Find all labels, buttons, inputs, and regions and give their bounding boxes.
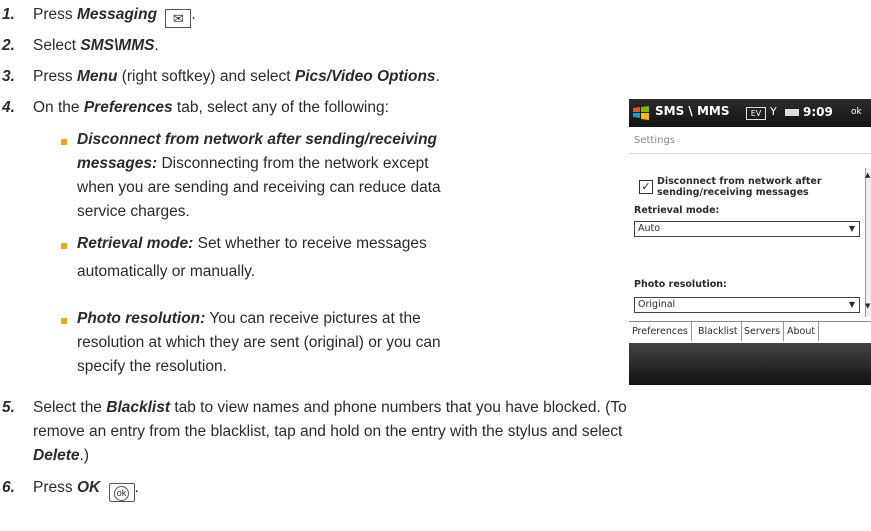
disconnect-checkbox-label: Disconnect from network after sending/re…: [657, 176, 822, 198]
app-title: SMS \ MMS: [655, 104, 730, 118]
step-text: Press OK ok.: [33, 479, 139, 502]
tab-servers[interactable]: Servers: [741, 322, 785, 341]
clock: 9:09: [803, 105, 833, 119]
step-text: On the Preferences tab, select any of th…: [33, 99, 389, 116]
title-bar: SMS \ MMS EV Y 9:09 ok: [629, 99, 871, 127]
tab-bar: Preferences Blacklist Servers About: [629, 321, 871, 342]
chevron-down-icon: ▼: [848, 300, 855, 309]
softkey-bar: [629, 343, 871, 385]
photo-resolution-select[interactable]: Original ▼: [634, 297, 860, 313]
photo-resolution-label: Photo resolution:: [634, 279, 727, 290]
scroll-up-icon[interactable]: ▲: [865, 172, 871, 179]
retrieval-mode-select[interactable]: Auto ▼: [634, 221, 860, 237]
battery-icon: [785, 109, 799, 116]
step-text: Press Menu (right softkey) and select Pi…: [33, 68, 440, 85]
scrollbar[interactable]: [865, 168, 871, 317]
step-text: Press Messaging ✉.: [33, 6, 196, 28]
phone-screenshot: SMS \ MMS EV Y 9:09 ok Settings ▲ ▼ ✓ Di…: [629, 99, 871, 385]
envelope-icon: ✉: [165, 9, 192, 28]
tab-blacklist[interactable]: Blacklist: [695, 322, 742, 341]
tab-preferences[interactable]: Preferences: [629, 322, 692, 341]
step-number: 5.: [2, 399, 15, 416]
divider: [629, 153, 871, 154]
bullet-marker: [61, 139, 67, 145]
ok-button[interactable]: ok: [851, 107, 862, 117]
scroll-down-icon[interactable]: ▼: [865, 303, 871, 310]
bullet-marker: [61, 243, 67, 249]
ok-key-icon: ok: [108, 483, 135, 502]
ev-icon: EV: [746, 107, 766, 120]
step-number: 1.: [2, 6, 15, 23]
retrieval-mode-label: Retrieval mode:: [634, 205, 720, 216]
disconnect-checkbox[interactable]: ✓: [639, 180, 653, 194]
settings-heading: Settings: [634, 135, 676, 146]
step-number: 6.: [2, 479, 15, 496]
windows-logo-icon: [633, 106, 649, 120]
bullet-marker: [61, 318, 67, 324]
tab-about[interactable]: About: [784, 322, 820, 341]
messaging-label: Messaging: [76, 6, 158, 23]
signal-icon: Y: [770, 105, 777, 118]
step-text: Select SMS\MMS.: [33, 37, 159, 54]
step-number: 4.: [2, 99, 15, 116]
step-number: 3.: [2, 68, 15, 85]
chevron-down-icon: ▼: [848, 224, 855, 233]
step-number: 2.: [2, 37, 15, 54]
